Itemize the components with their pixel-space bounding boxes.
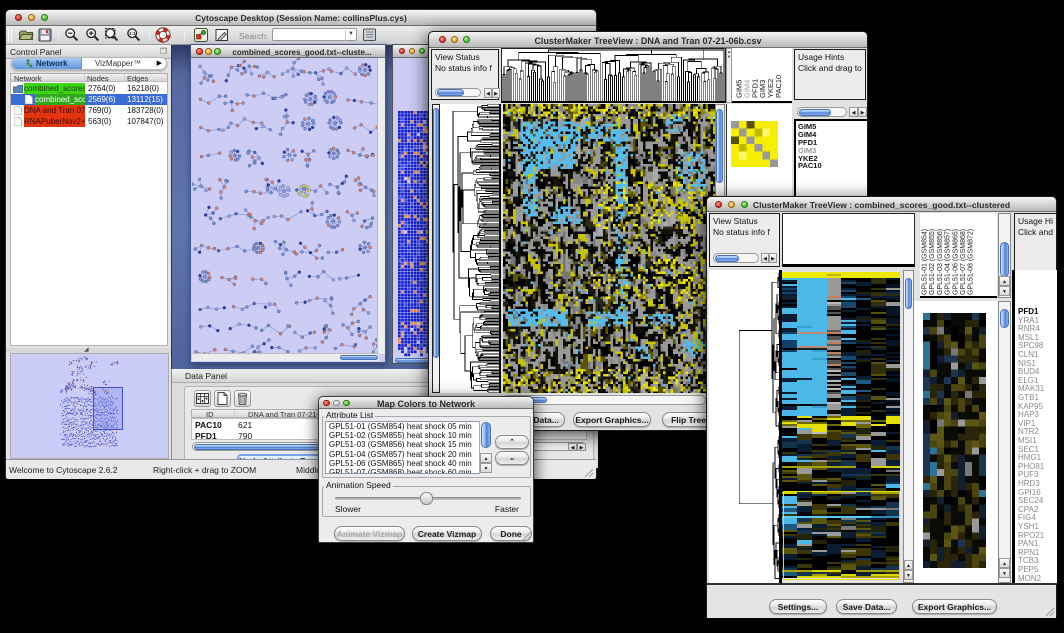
- svg-text:GPL51-08 (GSM872): GPL51-08 (GSM872): [968, 229, 975, 295]
- svg-text:GPL51-04 (GSM857): GPL51-04 (GSM857): [945, 229, 952, 295]
- svg-text:1:1: 1:1: [129, 31, 136, 36]
- svg-text:PAC10: PAC10: [774, 75, 783, 98]
- svg-text:GPL51-06 (GSM865): GPL51-06 (GSM865): [952, 229, 959, 295]
- svg-text:GPL51-01 (GSM854): GPL51-01 (GSM854): [922, 229, 929, 295]
- svg-text:GPL51-03 (GSM856): GPL51-03 (GSM856): [937, 229, 944, 295]
- svg-text:GPL51-02 (GSM855): GPL51-02 (GSM855): [929, 229, 936, 295]
- svg-text:GPL51-07 (GSM868): GPL51-07 (GSM868): [960, 229, 967, 295]
